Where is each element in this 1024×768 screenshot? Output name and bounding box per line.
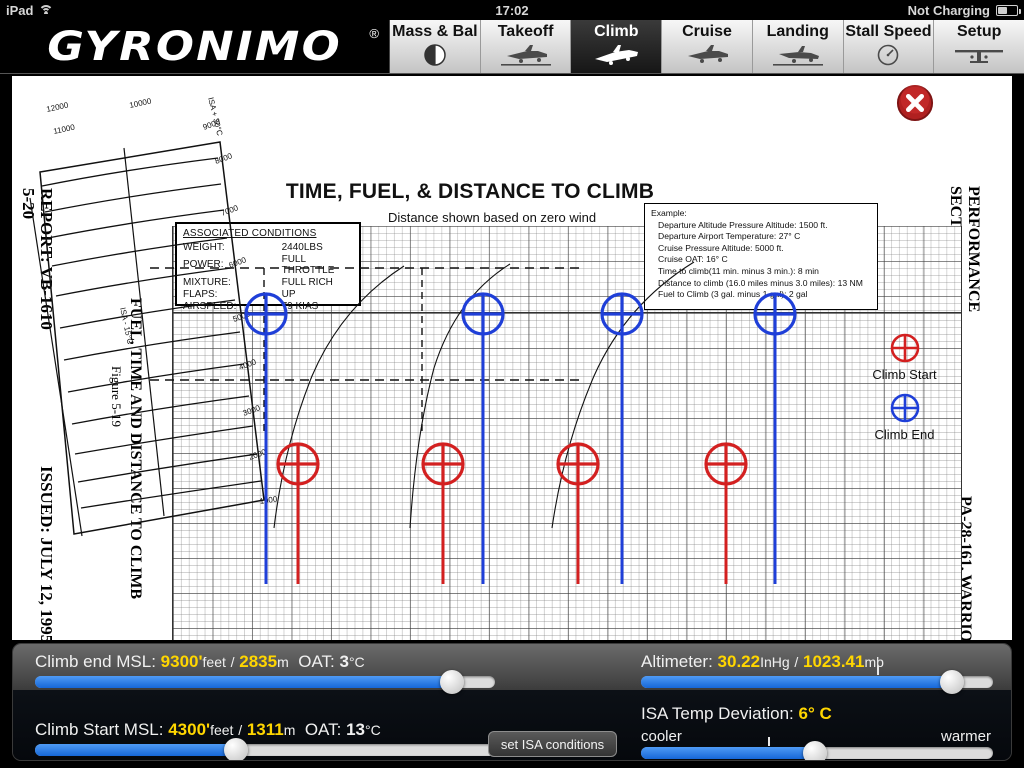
device-label: iPad [6, 2, 34, 18]
climb-end-label: Climb end MSL: [35, 652, 156, 671]
app-logo: GYRONIMO ® [0, 20, 390, 73]
altimeter-inhg: 30.22 [717, 652, 761, 671]
climb-end-feet-unit: feet [202, 654, 226, 670]
climb-start-readout: Climb Start MSL: 4300'feet / 1311m OAT: … [35, 720, 381, 740]
legend-climb-start: Climb Start [857, 331, 952, 382]
performance-chart-page: REPORT: VB-1610 5-20 ISSUED: JULY 12, 19… [12, 76, 1012, 640]
climb-start-meters: 1311 [246, 720, 284, 739]
close-icon[interactable] [896, 84, 934, 122]
tab-label: Takeoff [497, 23, 554, 40]
climb-start-feet: 4300' [168, 720, 211, 739]
altimeter-readout: Altimeter: 30.22InHg / 1023.41mb [641, 652, 884, 672]
crosshair-circle-icon [890, 333, 919, 363]
tab-mass-bal[interactable]: Mass & Bal [390, 20, 481, 73]
set-isa-conditions-button[interactable]: set ISA conditions [488, 731, 617, 757]
main-tabbar: GYRONIMO ® Mass & Bal Takeoff Climb Crui… [0, 20, 1024, 74]
climb-end-readout: Climb end MSL: 9300'feet / 2835m OAT: 3°… [35, 652, 365, 672]
tab-landing[interactable]: Landing [752, 20, 844, 73]
mass-balance-icon [405, 41, 465, 69]
slider-knob[interactable] [940, 670, 965, 694]
climb-start-feet-unit: feet [210, 722, 234, 738]
airspeed-gauge-icon [858, 41, 918, 69]
separator: / [230, 654, 235, 670]
tab-label: Setup [956, 23, 1002, 40]
tab-label: Landing [766, 23, 829, 40]
slider-fill [641, 676, 951, 688]
battery-icon [996, 4, 1021, 16]
tab-label: Stall Speed [845, 23, 932, 40]
climb-end-meters: 2835 [239, 652, 278, 671]
legend-label: Climb Start [872, 367, 937, 382]
slider-fill [35, 676, 454, 688]
climb-end-feet: 9300' [160, 652, 203, 671]
tab-label: Mass & Bal [392, 23, 478, 40]
climb-end-oat-label: OAT: [298, 652, 335, 671]
climb-start-oat-unit: °C [365, 722, 381, 738]
isa-cooler-hint: cooler [641, 728, 682, 745]
tab-label: Cruise [682, 23, 732, 40]
slider-notch [767, 737, 770, 746]
slider-knob[interactable] [223, 738, 248, 760]
tab-label: Climb [594, 23, 639, 40]
altimeter-inhg-unit: InHg [760, 654, 790, 670]
wifi-icon [38, 4, 54, 16]
airplane-cruise-icon [677, 41, 737, 69]
status-clock: 17:02 [495, 2, 529, 18]
climb-start-oat-value: 13 [346, 720, 366, 739]
separator: / [794, 654, 799, 670]
climb-start-oat-label: OAT: [304, 720, 342, 739]
airplane-front-icon [949, 41, 1009, 69]
slider-knob[interactable] [802, 741, 827, 760]
altimeter-slider[interactable] [641, 666, 993, 694]
separator: / [238, 722, 243, 738]
ios-status-bar: iPad 17:02 Not Charging [0, 0, 1024, 20]
legend-climb-end: Climb End [857, 391, 952, 442]
climb-end-oat-unit: °C [348, 654, 365, 670]
tab-takeoff[interactable]: Takeoff [480, 20, 572, 73]
climb-start-slider[interactable] [35, 738, 495, 760]
registered-mark: ® [369, 26, 379, 41]
status-left: iPad [6, 2, 54, 18]
climb-start-meters-unit: m [283, 722, 296, 738]
isa-deviation-readout: ISA Temp Deviation: 6° C [641, 704, 832, 724]
slider-notch [876, 666, 879, 675]
isa-deviation-label: ISA Temp Deviation: [641, 704, 794, 723]
isa-warmer-hint: warmer [940, 728, 991, 745]
tab-stall-speed[interactable]: Stall Speed [843, 20, 935, 73]
climb-end-slider[interactable] [35, 670, 495, 694]
airplane-climb-icon [586, 41, 646, 69]
slider-knob[interactable] [439, 670, 464, 694]
crosshair-circle-icon [890, 393, 919, 423]
legend-label: Climb End [874, 427, 935, 442]
climb-end-meters-unit: m [277, 654, 289, 670]
isa-deviation-value: 6° C [798, 704, 832, 723]
altimeter-mb: 1023.41 [803, 652, 865, 671]
altimeter-label: Altimeter: [641, 652, 713, 671]
airplane-takeoff-icon [496, 41, 556, 69]
altimeter-mb-unit: mb [864, 654, 884, 670]
tab-cruise[interactable]: Cruise [662, 20, 753, 73]
slider-fill [641, 747, 814, 759]
status-right: Not Charging [907, 2, 1021, 18]
tab-climb[interactable]: Climb [571, 20, 663, 73]
tab-setup[interactable]: Setup [934, 20, 1024, 73]
app-logo-text: GYRONIMO [47, 23, 342, 70]
climb-start-label: Climb Start MSL: [35, 720, 164, 739]
climb-end-oat-value: 3 [339, 652, 349, 671]
battery-status-label: Not Charging [907, 2, 990, 18]
isa-deviation-slider[interactable] [641, 737, 993, 760]
airplane-landing-icon [768, 41, 828, 69]
slider-fill [35, 744, 238, 756]
